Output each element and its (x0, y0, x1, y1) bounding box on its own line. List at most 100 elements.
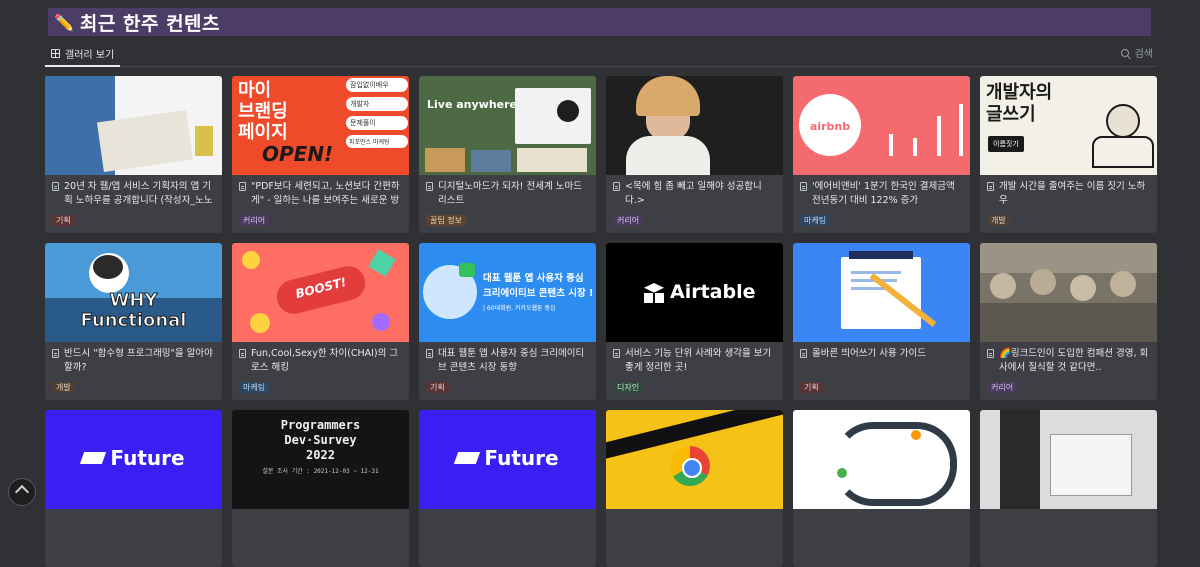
thumb-text: Dev·Survey (284, 433, 357, 447)
page-icon (987, 182, 994, 191)
card-thumbnail: Programmers Dev·Survey 2022 설문 조사 기간 : 2… (232, 410, 409, 509)
thumb-text: 개발자의 (986, 82, 1053, 103)
card-title: '에어비앤비' 1분기 한국인 결제금액 전년동기 대비 122% 증가 (812, 181, 955, 206)
page-icon (239, 349, 246, 358)
card-thumbnail: Future (419, 410, 596, 509)
card-tag: 커리어 (239, 215, 270, 226)
card-tag: 디자인 (613, 382, 644, 393)
card-thumbnail (980, 410, 1157, 509)
card-thumbnail: 대표 웹툰 앱 사용자 중심 크리에이티브 콘텐츠 시장 ! | 60대회원, … (419, 243, 596, 342)
thumb-text: 마이 (238, 80, 272, 101)
scroll-up-button[interactable] (8, 478, 36, 506)
card-tag: 기획 (800, 382, 823, 393)
card-thumbnail: Airtable (606, 243, 783, 342)
card-thumbnail: airbnb (793, 76, 970, 175)
gallery-grid: 20년 차 웹/앱 서비스 기획자의 앱 기획 노하우를 공개합니다 (작성자_… (45, 76, 1158, 567)
pencil-icon: ✏️ (54, 12, 74, 32)
card-tag: 꿀팁 정보 (426, 215, 466, 226)
gallery-card[interactable]: Airtable 서비스 기능 단위 사례와 생각을 보기 좋게 정리한 곳! … (606, 243, 783, 400)
card-title: "PDF보다 세련되고, 노션보다 간편하게" - 일하는 나를 보여주는 새로… (251, 181, 400, 206)
card-thumbnail (980, 243, 1157, 342)
future-logo-icon (80, 451, 107, 464)
card-thumbnail: BOOST! (232, 243, 409, 342)
card-tag: 개발 (52, 382, 75, 393)
page-icon (52, 182, 59, 191)
gallery-card[interactable]: Programmers Dev·Survey 2022 설문 조사 기간 : 2… (232, 410, 409, 567)
thumb-text: Future (110, 446, 185, 470)
card-thumbnail (793, 410, 970, 509)
gallery-card[interactable] (793, 410, 970, 567)
card-title: <목에 힘 좀 빼고 일해야 성공합니다.> (625, 181, 762, 206)
card-thumbnail: Future (45, 410, 222, 509)
tab-gallery-view[interactable]: 갤러리 보기 (45, 42, 121, 67)
page-title: 최근 한주 컨텐츠 (79, 12, 221, 35)
gallery-card[interactable] (980, 410, 1157, 567)
page-icon (987, 349, 994, 358)
search-icon (1120, 48, 1129, 57)
card-title: 20년 차 웹/앱 서비스 기획자의 앱 기획 노하우를 공개합니다 (작성자_… (64, 181, 213, 206)
thumb-text: 크리에이티브 콘텐츠 시장 ! (483, 288, 594, 299)
search-label: 검색 (1134, 49, 1153, 60)
thumb-chip: 문제풀이 (346, 116, 408, 130)
page-icon (800, 349, 807, 358)
gallery-card[interactable]: 개발자의 글쓰기 이름짓기 개발 시간을 줄여주는 이름 짓기 노하우 개발 (980, 76, 1157, 233)
card-tag: 기획 (52, 215, 75, 226)
thumb-text: | 60대회원, 카카오웹툰 중심 (483, 305, 556, 312)
thumb-text: Future (484, 446, 559, 470)
view-bar: 갤러리 보기 검색 (45, 42, 1157, 67)
gallery-card[interactable]: 🌈링크드인이 도입한 컴패션 경영, 회사에서 질식할 것 같다면.. 커리어 (980, 243, 1157, 400)
card-title: 🌈링크드인이 도입한 컴패션 경영, 회사에서 질식할 것 같다면.. (999, 348, 1149, 373)
gallery-card[interactable]: 마이 브랜딩 페이지 OPEN! 잠입없이배우 개발자 문제풀이 피포먼스 마케… (232, 76, 409, 233)
card-tag: 마케팅 (239, 382, 270, 393)
gallery-card[interactable]: WHY Functional 반드시 "함수형 프로그래밍"을 알아야 할까? … (45, 243, 222, 400)
card-thumbnail: 마이 브랜딩 페이지 OPEN! 잠입없이배우 개발자 문제풀이 피포먼스 마케… (232, 76, 409, 175)
gallery-grid-icon (51, 49, 60, 58)
gallery-card[interactable]: Live anywhere 디지털노마드가 되자! 전세계 노마드 리스트 꿀팁… (419, 76, 596, 233)
gallery-card[interactable]: 20년 차 웹/앱 서비스 기획자의 앱 기획 노하우를 공개합니다 (작성자_… (45, 76, 222, 233)
thumb-chip: 개발자 (346, 97, 408, 111)
thumb-text: Live anywhere (427, 98, 518, 111)
thumb-text: 대표 웹툰 앱 사용자 중심 (483, 273, 584, 284)
card-title: 디지털노마드가 되자! 전세계 노마드 리스트 (438, 181, 582, 206)
thumb-chip: 피포먼스 마케팅 (346, 135, 408, 148)
thumb-chip: 잠입없이배우 (346, 78, 408, 92)
card-tag: 커리어 (987, 382, 1018, 393)
search-button[interactable]: 검색 (1120, 45, 1153, 60)
gallery-card[interactable]: <목에 힘 좀 빼고 일해야 성공합니다.> 커리어 (606, 76, 783, 233)
card-thumbnail (45, 76, 222, 175)
gallery-card[interactable]: BOOST! Fun,Cool,Sexy한 차이(CHAI)의 그로스 해킹 마… (232, 243, 409, 400)
card-title: 올바른 띄어쓰기 사용 가이드 (812, 348, 926, 359)
gallery-card[interactable]: Future (419, 410, 596, 567)
page-icon (800, 182, 807, 191)
page-icon (426, 349, 433, 358)
card-title: 서비스 기능 단위 사례와 생각을 보기 좋게 정리한 곳! (625, 348, 772, 373)
thumb-text: WHY (109, 290, 158, 311)
gallery-card[interactable]: 대표 웹툰 앱 사용자 중심 크리에이티브 콘텐츠 시장 ! | 60대회원, … (419, 243, 596, 400)
gallery-card[interactable]: 올바른 띄어쓰기 사용 가이드 기획 (793, 243, 970, 400)
gallery-card[interactable]: Future (45, 410, 222, 567)
card-title: 대표 웹툰 앱 사용자 중심 크리에이티브 콘텐츠 시장 동향 (438, 348, 585, 373)
card-title: 반드시 "함수형 프로그래밍"을 알아야 할까? (64, 348, 213, 373)
thumb-text: airbnb (809, 120, 851, 133)
gallery-card[interactable]: airbnb '에어비앤비' 1분기 한국인 결제금액 전년동기 대비 122%… (793, 76, 970, 233)
page-icon (426, 182, 433, 191)
thumb-text: 글쓰기 (986, 104, 1036, 125)
future-logo-icon (454, 451, 481, 464)
card-title: 개발 시간을 줄여주는 이름 짓기 노하우 (999, 181, 1146, 206)
card-thumbnail: Live anywhere (419, 76, 596, 175)
page-icon (239, 182, 246, 191)
page-icon (52, 349, 59, 358)
page-icon (613, 349, 620, 358)
card-tag: 커리어 (613, 215, 644, 226)
card-tag: 개발 (987, 215, 1010, 226)
card-title: Fun,Cool,Sexy한 차이(CHAI)의 그로스 해킹 (251, 348, 399, 373)
thumb-text: 페이지 (238, 122, 288, 143)
thumb-text: 브랜딩 (238, 101, 288, 122)
card-thumbnail: 개발자의 글쓰기 이름짓기 (980, 76, 1157, 175)
gallery-card[interactable]: DANGER (606, 410, 783, 567)
thumb-text: Functional (80, 310, 187, 331)
card-thumbnail: DANGER (606, 410, 783, 509)
thumb-text: Programmers (280, 418, 361, 432)
thumb-text: 이름짓기 (988, 136, 1024, 152)
card-thumbnail (606, 76, 783, 175)
